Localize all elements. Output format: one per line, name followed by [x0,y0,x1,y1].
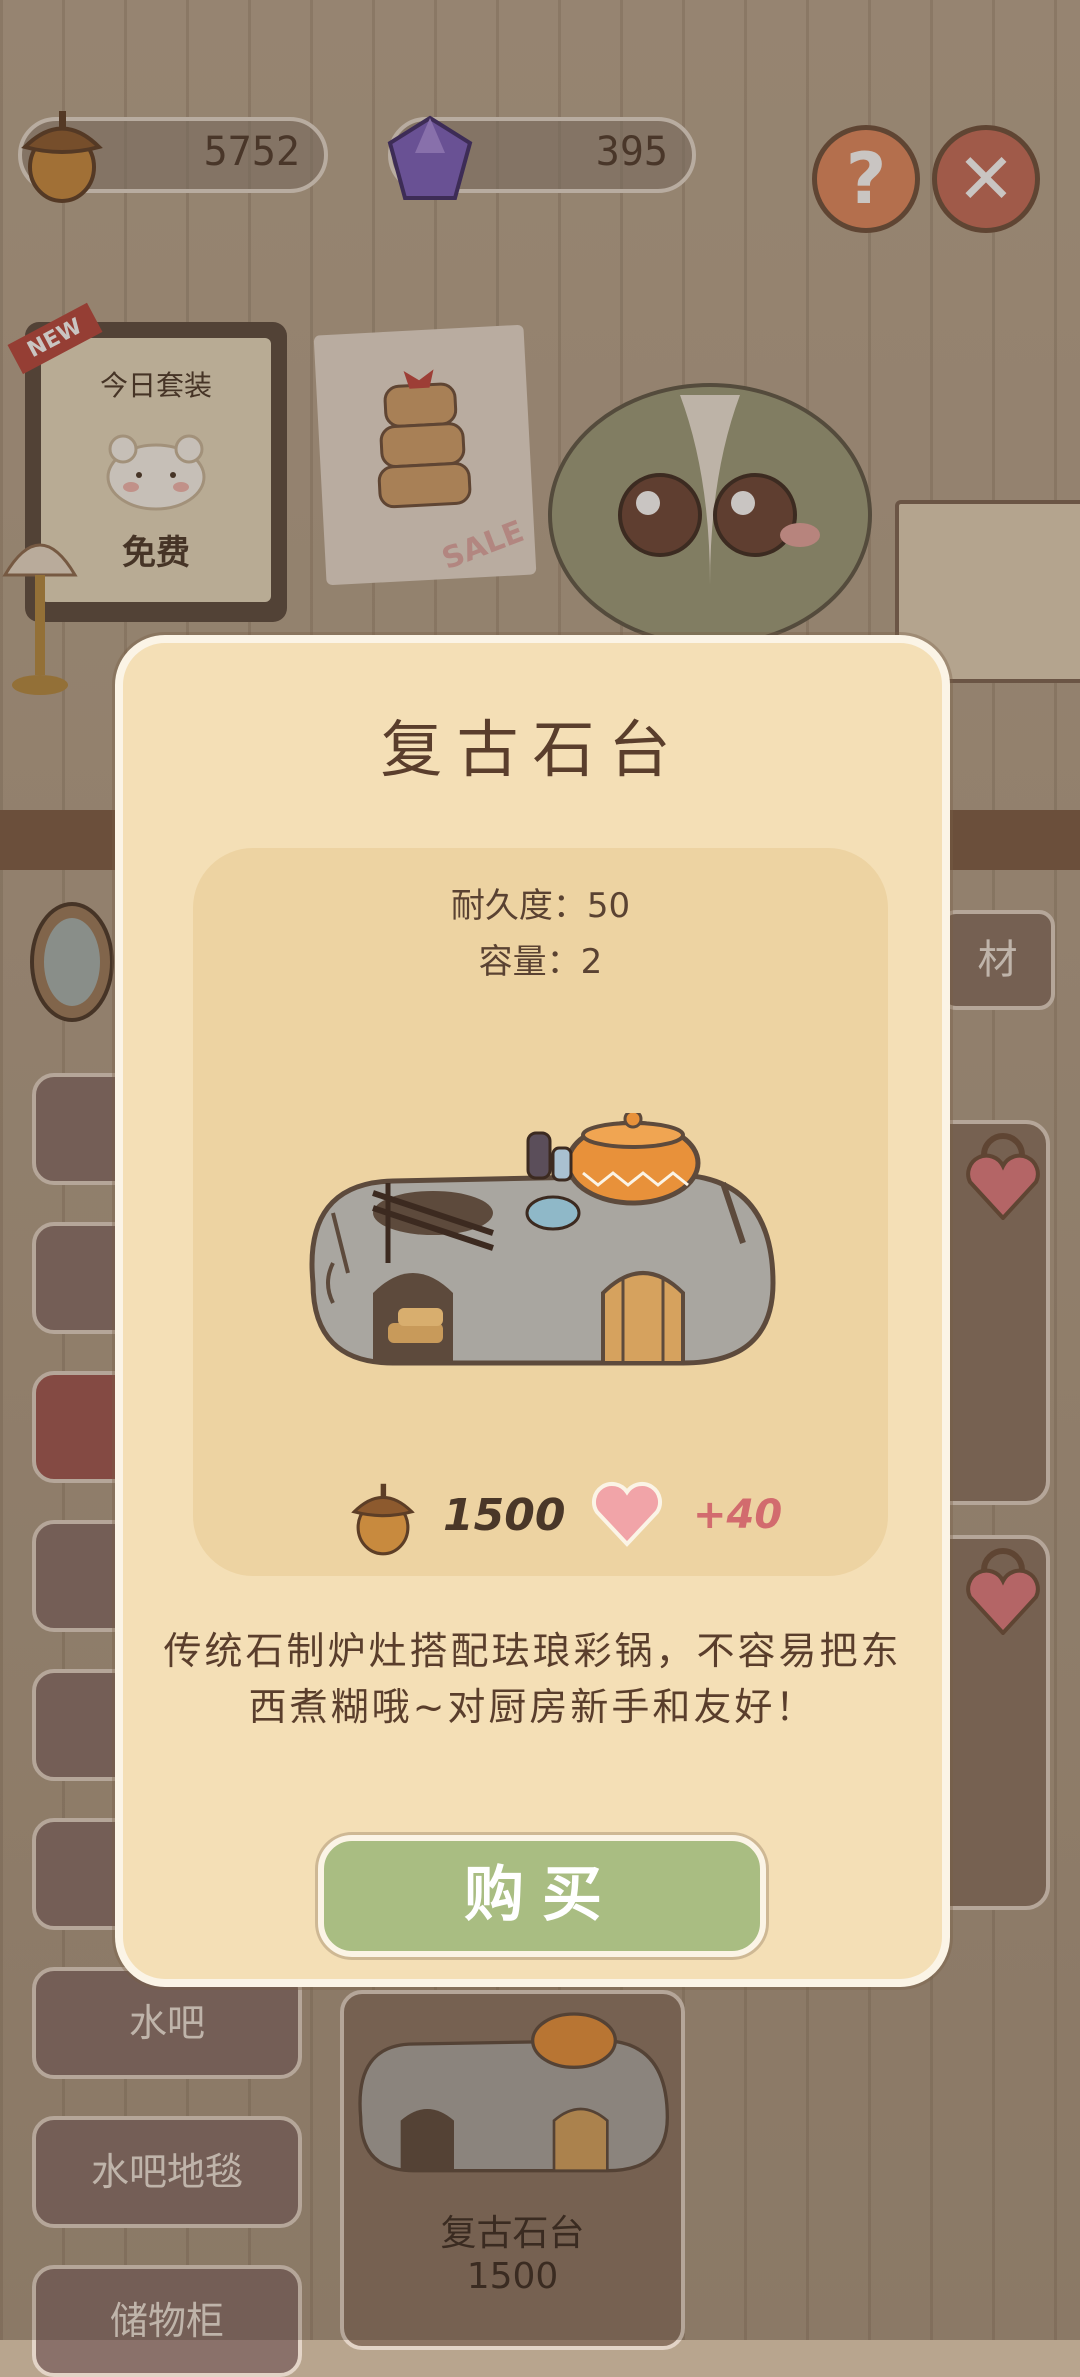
modal-title: 复古石台 [380,713,685,786]
heart-icon [591,1482,663,1547]
durability-stat: 耐久度：50 [450,886,631,926]
item-description: 传统石制炉灶搭配珐琅彩锅，不容易把东西煮糊哦~对厨房新手和友好！ [163,1629,902,1729]
price-row: 1500 +40 [193,1478,888,1568]
price-value: 1500 [443,1490,566,1541]
capacity-stat: 容量：2 [478,942,603,982]
buy-button[interactable]: 购买 [318,1835,766,1957]
love-bonus: +40 [693,1492,783,1538]
item-detail-modal: 复古石台 耐久度：50 容量：2 1500 +40 传统石制炉灶搭配珐琅彩锅，不… [115,635,950,1987]
item-stats-panel: 耐久度：50 容量：2 1500 +40 [193,848,888,1576]
stone-stove-illustration [309,1113,776,1366]
acorn-icon [351,1483,415,1556]
